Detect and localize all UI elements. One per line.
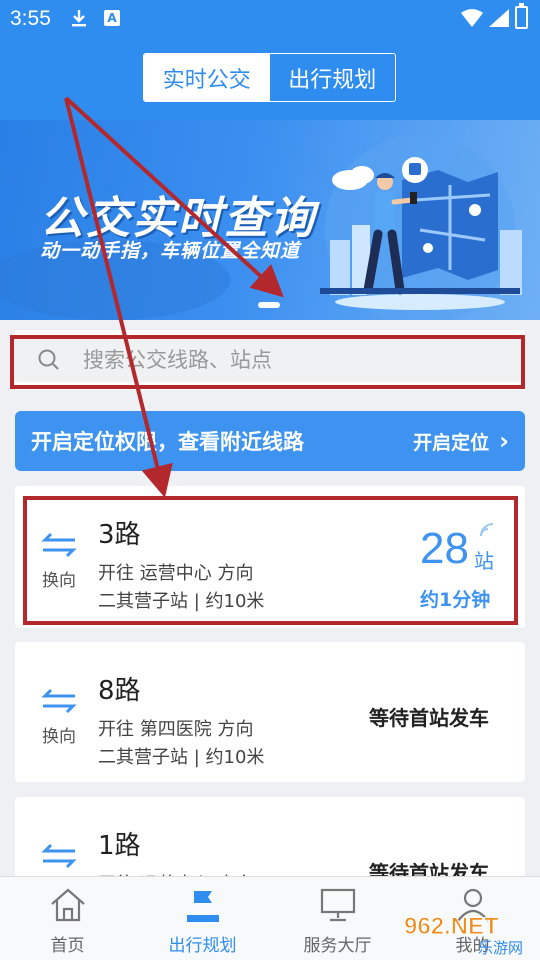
route-card-1[interactable]: 1路 开往 运营中心 方向 等待首站发车 [15,797,525,895]
chevron-right-icon: › [499,427,509,455]
enable-location-button[interactable]: 开启定位 › [413,427,509,455]
annotation-search-highlight [10,335,525,389]
location-prompt-text: 开启定位权限，查看附近线路 [31,430,304,454]
battery-icon [515,3,528,29]
signal-icon [489,9,509,27]
promo-banner[interactable]: 公交实时查询 动一动手指，车辆位置全知道 [0,120,540,320]
nav-trip-planning[interactable]: 出行规划 [135,877,270,960]
app-header: 3:55 A 实时公交 出行规划 [0,0,540,120]
nav-service-hall[interactable]: 服务大厅 [270,877,405,960]
swap-arrows-icon [41,688,77,714]
nav-home-label: 首页 [50,936,85,956]
swap-label: 换向 [42,727,76,747]
home-icon [50,888,85,922]
swap-arrows-icon [41,843,77,869]
watermark-logo: 962.NET 乐游网 [404,913,524,957]
route-name: 1路 [98,831,141,861]
status-time: 3:55 [10,7,51,30]
svg-text:乐游网: 乐游网 [478,939,523,956]
a-status-icon: A [104,10,120,26]
nav-trip-planning-label: 出行规划 [168,936,237,956]
monitor-icon [320,888,355,922]
flag-icon [186,891,219,922]
banner-subtitle: 动一动手指，车辆位置全知道 [40,240,301,262]
location-permission-bar[interactable]: 开启定位权限，查看附近线路 开启定位 › [15,411,525,471]
person-map-illustration [320,157,522,310]
route-stop: 二其营子站 | 约10米 [98,747,265,768]
wifi-icon [461,9,483,27]
swap-direction-button[interactable]: 换向 [39,688,79,747]
annotation-route-highlight [23,496,518,625]
nav-home[interactable]: 首页 [0,877,135,960]
route-card-8[interactable]: 换向 8路 开往 第四医院 方向 二其营子站 | 约10米 等待首站发车 [15,642,525,782]
svg-text:962.NET: 962.NET [404,913,499,940]
mode-tabs: 实时公交 出行规划 [143,53,396,102]
route-direction: 开往 第四医院 方向 [98,719,254,740]
tab-realtime-bus[interactable]: 实时公交 [144,54,270,101]
enable-location-label: 开启定位 [413,431,490,454]
status-bar: 3:55 A [0,0,540,38]
swap-direction-button[interactable] [39,843,79,873]
nav-service-hall-label: 服务大厅 [303,936,372,956]
carousel-indicator [258,302,280,308]
waiting-status: 等待首站发车 [369,706,489,730]
tab-trip-planning[interactable]: 出行规划 [270,54,396,101]
route-name: 8路 [98,676,141,706]
download-icon [72,10,86,27]
